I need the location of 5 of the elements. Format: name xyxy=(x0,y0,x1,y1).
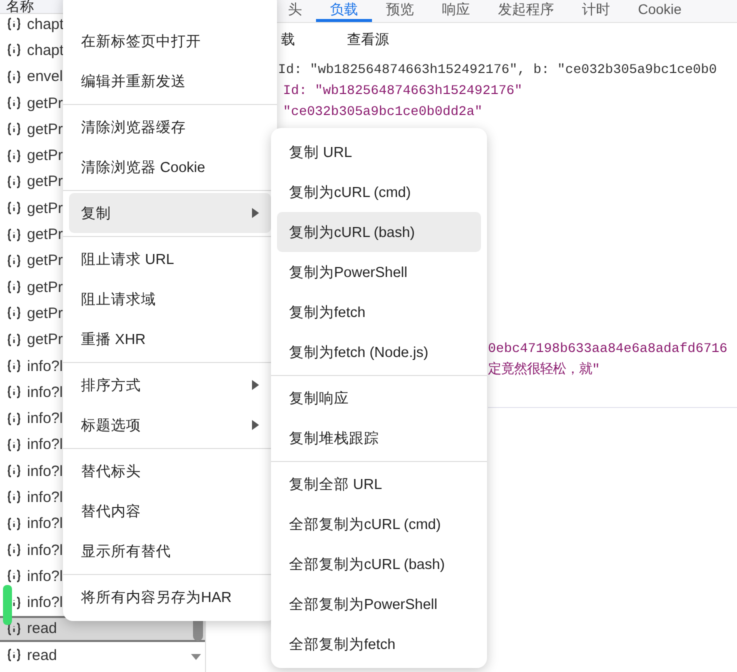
payload-line: Id: "wb182564874663h152492176", b: "ce032b305a9bc1ce0b0 xyxy=(278,61,718,79)
payload-line: Id: "wb182564874663h152492176" xyxy=(282,82,524,100)
payload-line: 0ebc47198b633aa84e6a8adafd6716 xyxy=(488,340,728,358)
payload-line: 定竟然很轻松，就" xyxy=(488,360,601,379)
payload-line: "ce032b305a9bc1ce0b0dd2a" xyxy=(282,103,484,121)
